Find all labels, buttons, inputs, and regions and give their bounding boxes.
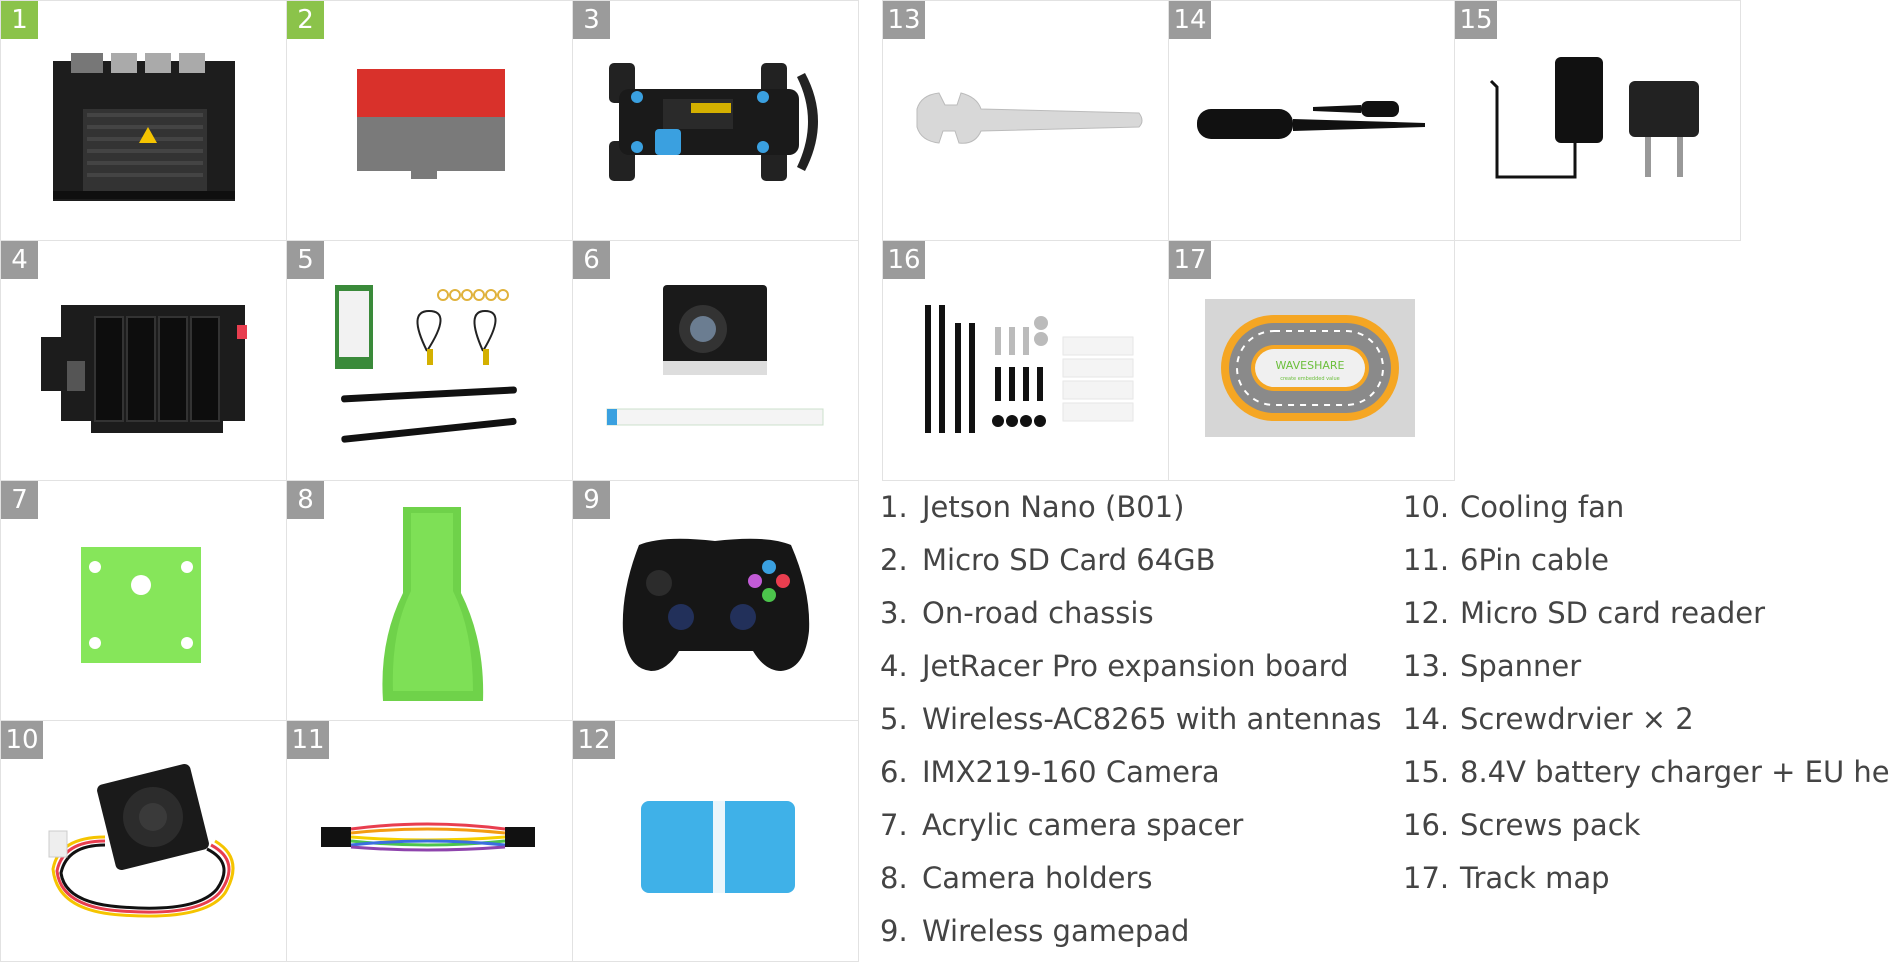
list-item-label: Track map [1460, 861, 1610, 895]
item-cell-3: 3 [572, 0, 859, 241]
list-item-label: Camera holders [922, 861, 1153, 895]
list-item: 11. 6Pin cable [1403, 543, 1609, 577]
item-cell-15: 15 [1454, 0, 1741, 241]
list-item: 15. 8.4V battery charger + EU head [1403, 755, 1890, 789]
list-item: 13. Spanner [1403, 649, 1581, 683]
battery-charger-image [1489, 57, 1699, 179]
list-item: 9. Wireless gamepad [880, 914, 1189, 948]
item-cell-5: 5 [286, 240, 573, 481]
list-item-number: 8. [880, 861, 908, 895]
spanner-image [916, 92, 1143, 144]
list-item-label: Micro SD Card 64GB [922, 543, 1216, 577]
item-cell-11: 11 [286, 720, 573, 962]
wireless-gamepad-image [622, 538, 810, 671]
screws-pack-image [925, 305, 1134, 433]
list-item-number: 10. [1403, 490, 1450, 524]
list-item-label: 8.4V battery charger + EU head [1460, 755, 1890, 789]
list-item-label: Spanner [1460, 649, 1582, 683]
list-item-number: 17. [1403, 861, 1450, 895]
list-item-number: 1. [880, 490, 908, 524]
list-item-label: Wireless-AC8265 with antennas [922, 702, 1382, 736]
list-item: 6. IMX219-160 Camera [880, 755, 1220, 789]
list-item-number: 14. [1403, 702, 1450, 736]
waveshare-tagline: create embedded value [1280, 376, 1340, 382]
list-item-number: 11. [1403, 543, 1450, 577]
list-item-label: On-road chassis [922, 596, 1154, 630]
list-item-label: Screws pack [1460, 808, 1641, 842]
list-item: 4. JetRacer Pro expansion board [880, 649, 1349, 683]
list-item-label: Acrylic camera spacer [922, 808, 1244, 842]
list-item-label: Cooling fan [1460, 490, 1625, 524]
expansion-board-image [41, 305, 247, 433]
item-cell-16: 16 [882, 240, 1169, 481]
list-item-label: JetRacer Pro expansion board [922, 649, 1349, 683]
item-cell-7: 7 [0, 480, 287, 721]
micro-sd-card-image [357, 69, 505, 179]
list-item-number: 7. [880, 808, 908, 842]
six-pin-cable-image [321, 822, 535, 852]
list-item: 10. Cooling fan [1403, 490, 1624, 524]
cooling-fan-image [48, 763, 235, 918]
item-cell-1: 1 [0, 0, 287, 241]
list-item-number: 4. [880, 649, 908, 683]
item-cell-13: 13 [882, 0, 1169, 241]
sd-card-reader-image [641, 801, 795, 893]
list-item: 1. Jetson Nano (B01) [880, 490, 1184, 524]
item-cell-14: 14 [1168, 0, 1455, 241]
list-item-number: 12. [1403, 596, 1450, 630]
track-map-image: WAVESHARE create embedded value [1205, 299, 1415, 437]
list-item: 5. Wireless-AC8265 with antennas [880, 702, 1382, 736]
list-item: 7. Acrylic camera spacer [880, 808, 1243, 842]
on-road-chassis-image [609, 63, 818, 181]
list-item: 14. Screwdrvier × 2 [1403, 702, 1694, 736]
list-item: 8. Camera holders [880, 861, 1153, 895]
list-item-number: 13. [1403, 649, 1450, 683]
item-cell-6: 6 [572, 240, 859, 481]
imx219-camera-image [606, 285, 824, 426]
list-item-number: 5. [880, 702, 908, 736]
list-item-label: Wireless gamepad [922, 914, 1190, 948]
list-item-label: 6Pin cable [1460, 543, 1609, 577]
list-item: 3. On-road chassis [880, 596, 1154, 630]
list-item-label: IMX219-160 Camera [922, 755, 1220, 789]
wireless-card-antennas-image [335, 285, 517, 443]
list-item: 12. Micro SD card reader [1403, 596, 1765, 630]
item-cell-4: 4 [0, 240, 287, 481]
list-item-number: 3. [880, 596, 908, 630]
screwdrivers-image [1197, 101, 1425, 139]
list-item-label: Micro SD card reader [1460, 596, 1766, 630]
item-cell-2: 2 [286, 0, 573, 241]
list-item-label: Screwdrvier × 2 [1460, 702, 1694, 736]
list-item: 16. Screws pack [1403, 808, 1640, 842]
list-item-number: 9. [880, 914, 908, 948]
list-item: 17. Track map [1403, 861, 1610, 895]
camera-holder-image [382, 507, 484, 701]
jetson-nano-board-image [53, 53, 235, 201]
item-cell-8: 8 [286, 480, 573, 721]
list-item-number: 15. [1403, 755, 1450, 789]
list-item-label: Jetson Nano (B01) [922, 490, 1185, 524]
item-cell-9: 9 [572, 480, 859, 721]
item-cell-12: 12 [572, 720, 859, 962]
item-cell-10: 10 [0, 720, 287, 962]
item-cell-17: 17 WAVESHARE create embedded value [1168, 240, 1455, 481]
list-item: 2. Micro SD Card 64GB [880, 543, 1216, 577]
list-item-number: 2. [880, 543, 908, 577]
list-item-number: 16. [1403, 808, 1450, 842]
list-item-number: 6. [880, 755, 908, 789]
waveshare-logo: WAVESHARE [1276, 359, 1345, 372]
acrylic-spacer-image [81, 547, 201, 663]
